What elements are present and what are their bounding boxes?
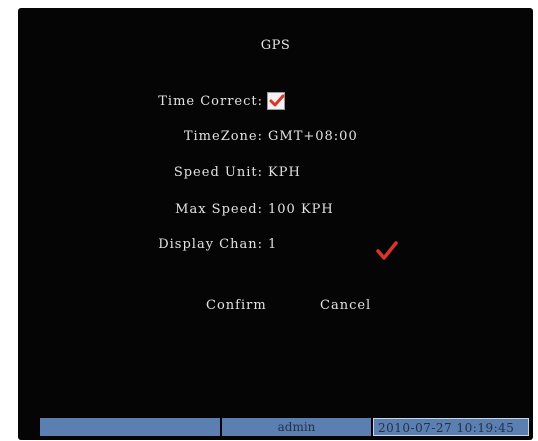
display-chan-label: Display Chan: — [158, 237, 263, 252]
status-bar: admin 2010-07-27 10:19:45 — [40, 418, 529, 436]
cancel-button[interactable]: Cancel — [320, 298, 371, 313]
timezone-value[interactable]: GMT+08:00 — [268, 129, 358, 144]
status-user: admin — [222, 418, 371, 436]
display-chan-value[interactable]: 1 — [268, 237, 277, 252]
dialog-title: GPS — [260, 38, 291, 53]
speed-unit-value[interactable]: KPH — [268, 165, 301, 180]
speed-unit-label: Speed Unit: — [173, 165, 263, 180]
max-speed-value[interactable]: 100 KPH — [268, 202, 334, 217]
confirm-button[interactable]: Confirm — [206, 298, 267, 313]
time-correct-label: Time Correct: — [158, 94, 263, 109]
gps-settings-screen: GPS Time Correct: TimeZone: GMT+08:00 Sp… — [18, 8, 533, 440]
display-chan-check-icon[interactable] — [375, 240, 399, 266]
time-correct-checkbox[interactable] — [267, 92, 285, 110]
status-datetime: 2010-07-27 10:19:45 — [373, 418, 529, 436]
checkmark-icon — [269, 94, 285, 107]
max-speed-label: Max Speed: — [175, 202, 263, 217]
status-bar-empty-section — [40, 418, 220, 436]
timezone-label: TimeZone: — [183, 129, 263, 144]
